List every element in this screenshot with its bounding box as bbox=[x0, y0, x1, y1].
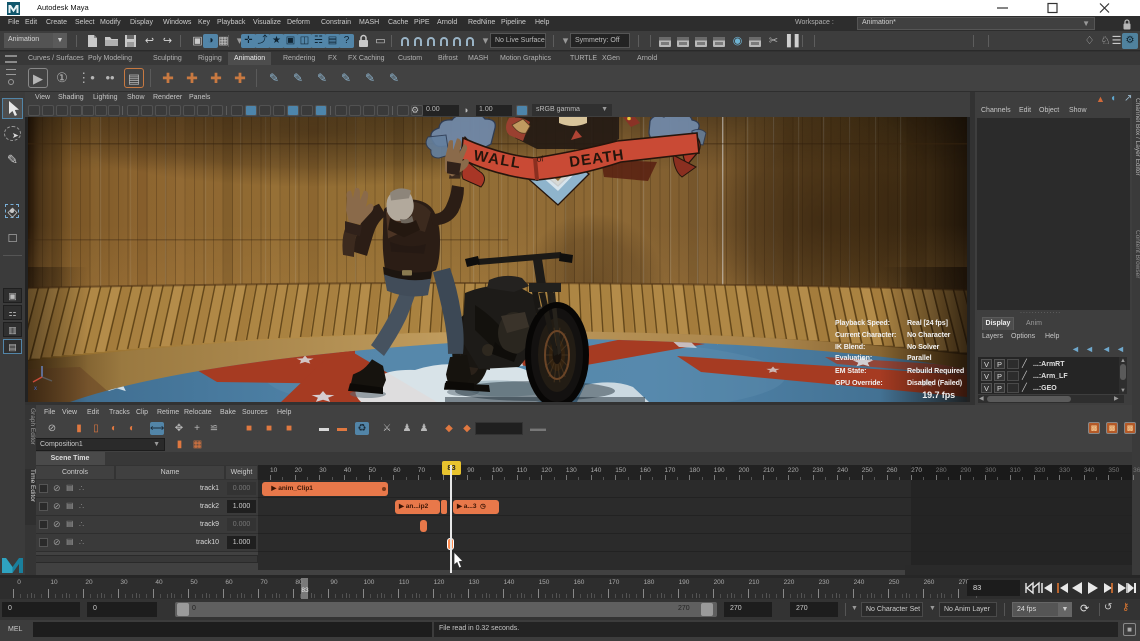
svg-text:Evaluation:: Evaluation: bbox=[835, 354, 872, 362]
svg-text:IK Blend:: IK Blend: bbox=[835, 343, 865, 351]
svg-text:Parallel: Parallel bbox=[907, 354, 932, 362]
svg-text:EM State:: EM State: bbox=[835, 367, 866, 375]
svg-text:No Solver: No Solver bbox=[907, 343, 940, 351]
svg-text:19.7 fps: 19.7 fps bbox=[922, 390, 955, 400]
svg-text:Real [24 fps]: Real [24 fps] bbox=[907, 319, 948, 327]
svg-text:Current Character:: Current Character: bbox=[835, 331, 896, 339]
svg-text:Playback Speed:: Playback Speed: bbox=[835, 319, 890, 327]
svg-text:No Character: No Character bbox=[907, 331, 951, 339]
svg-text:GPU Override:: GPU Override: bbox=[835, 379, 883, 387]
svg-text:Rebuild Required: Rebuild Required bbox=[907, 367, 964, 375]
svg-text:x: x bbox=[34, 386, 37, 392]
svg-text:Disabled (Failed): Disabled (Failed) bbox=[907, 379, 963, 387]
